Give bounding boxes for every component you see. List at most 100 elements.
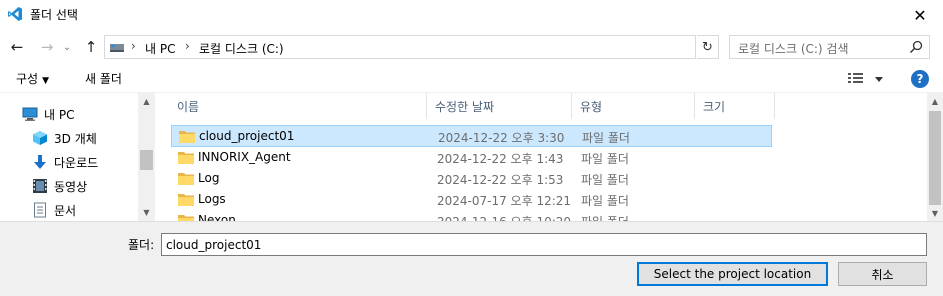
- navigation-bar: ← → ⌄ ↑ › 내 PC › 로컬 디스크 (C:) ⌄ ↻ 로컬 디스크 …: [0, 30, 943, 64]
- file-date: 2024-12-16 오후 10:20: [437, 213, 571, 221]
- file-type: 파일 폴더: [582, 131, 630, 145]
- file-type: 파일 폴더: [581, 173, 629, 187]
- file-date: 2024-07-17 오후 12:21: [437, 194, 572, 208]
- file-row[interactable]: Logs 2024-07-17 오후 12:21 파일 폴더: [171, 189, 771, 211]
- sidebar-item-label: 문서: [54, 203, 77, 218]
- column-name-label: 이름: [177, 99, 200, 114]
- up-arrow-icon: ↑: [84, 38, 98, 56]
- cancel-button[interactable]: 취소: [838, 262, 927, 286]
- title-bar: 폴더 선택 ✕: [0, 0, 943, 30]
- folder-icon: [178, 215, 194, 221]
- column-date-label: 수정한 날짜: [435, 99, 495, 114]
- document-icon: [34, 202, 46, 218]
- sidebar-item-videos[interactable]: 동영상: [32, 175, 87, 197]
- file-date: 2024-12-22 오후 3:30: [438, 131, 565, 145]
- file-name: Log: [198, 171, 220, 185]
- file-type: 파일 폴더: [581, 152, 629, 166]
- new-folder-button[interactable]: 새 폴더: [85, 70, 122, 87]
- address-bar[interactable]: › 내 PC › 로컬 디스크 (C:) ⌄: [104, 35, 793, 59]
- 3d-objects-icon: [33, 131, 47, 145]
- folder-name-input[interactable]: [161, 233, 927, 256]
- file-name: cloud_project01: [199, 129, 295, 143]
- close-button[interactable]: ✕: [897, 0, 943, 30]
- column-header-size[interactable]: 크기: [695, 93, 775, 119]
- sidebar-item-label: 동영상: [54, 179, 88, 194]
- back-button[interactable]: ←: [7, 37, 27, 57]
- recent-locations-button[interactable]: ⌄: [60, 37, 74, 57]
- organize-button[interactable]: 구성 ▼: [16, 70, 49, 87]
- chevron-down-icon: ⌄: [62, 41, 72, 53]
- file-type: 파일 폴더: [581, 213, 629, 221]
- file-date: 2024-12-22 오후 1:53: [437, 173, 564, 187]
- scroll-up-icon[interactable]: ▲: [138, 93, 155, 110]
- folder-icon: [178, 194, 194, 206]
- file-type: 파일 폴더: [581, 194, 629, 208]
- file-row[interactable]: Nexon 2024-12-16 오후 10:20 파일 폴더: [171, 210, 771, 221]
- vscode-icon: [8, 7, 22, 21]
- command-bar: 구성 ▼ 새 폴더 ?: [0, 64, 943, 92]
- download-icon: [34, 155, 46, 169]
- folder-icon: [179, 131, 195, 143]
- details-view-icon: [848, 73, 863, 83]
- help-icon: ?: [916, 72, 924, 86]
- select-folder-button[interactable]: Select the project location: [637, 262, 828, 286]
- column-type-label: 유형: [580, 99, 603, 114]
- view-options-button[interactable]: [847, 71, 887, 87]
- navigation-pane: 내 PC 3D 개체 다운로드 동영상 문서 ▲ ▼: [0, 93, 155, 221]
- search-icon: [909, 40, 923, 54]
- caret-down-icon: ▼: [42, 76, 50, 86]
- sidebar-item-label: 3D 개체: [54, 131, 97, 146]
- sidebar-item-my-pc[interactable]: 내 PC: [22, 103, 74, 125]
- sidebar-item-3d-objects[interactable]: 3D 개체: [32, 127, 97, 149]
- dialog-footer: 폴더: Select the project location 취소: [0, 221, 943, 296]
- organize-label: 구성: [16, 72, 39, 86]
- file-row[interactable]: Log 2024-12-22 오후 1:53 파일 폴더: [171, 168, 771, 190]
- forward-button[interactable]: →: [37, 37, 57, 57]
- computer-icon: [110, 44, 124, 52]
- breadcrumb-my-pc[interactable]: 내 PC: [145, 40, 175, 57]
- computer-icon: [22, 107, 38, 121]
- sidebar-item-label: 내 PC: [44, 107, 75, 122]
- file-name: Nexon: [198, 213, 236, 221]
- breadcrumb-local-disk[interactable]: 로컬 디스크 (C:): [199, 40, 284, 57]
- caret-down-icon: [875, 77, 883, 82]
- folder-icon: [178, 173, 194, 185]
- up-button[interactable]: ↑: [81, 37, 101, 57]
- column-header-type[interactable]: 유형: [572, 93, 695, 119]
- forward-arrow-icon: →: [40, 38, 54, 56]
- window-title: 폴더 선택: [30, 8, 78, 22]
- file-list: 이름 ^ 수정한 날짜 유형 크기 cloud_project01 2024-1…: [161, 93, 927, 221]
- file-name: Logs: [198, 192, 226, 206]
- new-folder-label: 새 폴더: [85, 72, 122, 86]
- close-icon: ✕: [913, 5, 927, 25]
- file-name: INNORIX_Agent: [198, 150, 291, 164]
- refresh-icon: ↻: [702, 39, 713, 55]
- search-placeholder: 로컬 디스크 (C:) 검색: [738, 42, 849, 56]
- file-row[interactable]: cloud_project01 2024-12-22 오후 3:30 파일 폴더: [171, 125, 772, 147]
- column-header-name[interactable]: 이름 ^: [169, 93, 427, 119]
- scrollbar-thumb[interactable]: [929, 111, 941, 205]
- folder-icon: [178, 152, 194, 164]
- file-date: 2024-12-22 오후 1:43: [437, 152, 564, 166]
- sidebar-item-documents[interactable]: 문서: [32, 199, 76, 221]
- scroll-down-icon[interactable]: ▼: [138, 204, 155, 221]
- file-row[interactable]: INNORIX_Agent 2024-12-22 오후 1:43 파일 폴더: [171, 147, 771, 169]
- breadcrumb-separator: ›: [131, 39, 136, 53]
- sort-ascending-icon: ^: [304, 93, 312, 100]
- breadcrumb-separator: ›: [185, 39, 190, 53]
- search-input[interactable]: 로컬 디스크 (C:) 검색: [729, 35, 930, 59]
- scrollbar-thumb[interactable]: [140, 150, 153, 170]
- column-size-label: 크기: [703, 99, 726, 114]
- video-icon: [33, 179, 47, 193]
- scroll-up-icon[interactable]: ▲: [927, 93, 943, 109]
- sidebar-item-downloads[interactable]: 다운로드: [32, 151, 98, 173]
- scroll-down-icon[interactable]: ▼: [927, 205, 943, 221]
- refresh-button[interactable]: ↻: [697, 35, 719, 59]
- file-list-scrollbar[interactable]: ▲ ▼: [927, 93, 943, 221]
- folder-field-label: 폴더:: [128, 238, 155, 252]
- back-arrow-icon: ←: [10, 38, 24, 56]
- sidebar-item-label: 다운로드: [54, 155, 99, 170]
- column-header-date[interactable]: 수정한 날짜: [427, 93, 572, 119]
- sidebar-scrollbar[interactable]: ▲ ▼: [138, 93, 155, 221]
- help-button[interactable]: ?: [911, 70, 929, 88]
